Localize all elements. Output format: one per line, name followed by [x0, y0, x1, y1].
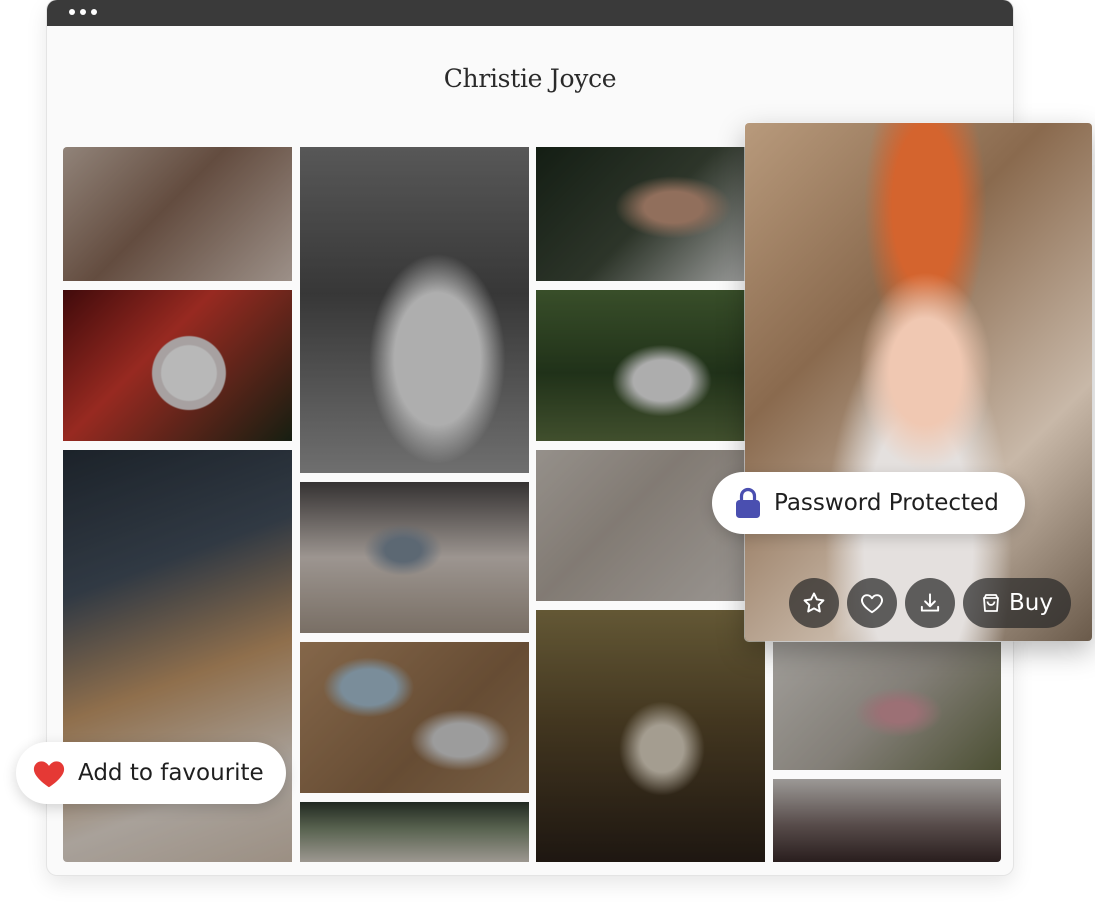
download-icon: [920, 593, 940, 612]
heart-outline-icon: [861, 594, 883, 614]
gallery-photo[interactable]: [63, 290, 292, 441]
add-to-favourite-button[interactable]: Add to favourite: [16, 742, 286, 804]
lock-icon: [736, 487, 760, 518]
gallery-photo[interactable]: [300, 802, 529, 862]
like-button[interactable]: [847, 578, 897, 628]
featured-photo[interactable]: Buy: [745, 123, 1092, 641]
gallery-photo[interactable]: [536, 290, 765, 441]
gallery-title: Christie Joyce: [443, 64, 617, 93]
favourite-star-button[interactable]: [789, 578, 839, 628]
buy-label: Buy: [1009, 590, 1053, 616]
gallery-photo[interactable]: [773, 779, 1001, 862]
star-icon: [803, 592, 825, 613]
gallery-photo[interactable]: [300, 482, 529, 633]
gallery-photo[interactable]: [536, 147, 765, 281]
window-menu-dots-icon[interactable]: [69, 9, 97, 15]
add-to-favourite-label: Add to favourite: [78, 760, 264, 786]
gallery-photo[interactable]: [300, 147, 529, 473]
photo-action-bar: Buy: [789, 578, 1071, 628]
password-protected-badge[interactable]: Password Protected: [712, 472, 1025, 534]
gallery-photo[interactable]: [773, 642, 1001, 770]
heart-icon: [33, 761, 65, 788]
gallery-photo[interactable]: [536, 610, 765, 862]
password-protected-label: Password Protected: [774, 490, 999, 516]
gallery-photo[interactable]: [63, 147, 292, 281]
download-button[interactable]: [905, 578, 955, 628]
window-titlebar: [47, 0, 1013, 26]
gallery-photo[interactable]: [300, 642, 529, 793]
buy-button[interactable]: Buy: [963, 578, 1071, 628]
shopping-bag-icon: [983, 594, 999, 612]
